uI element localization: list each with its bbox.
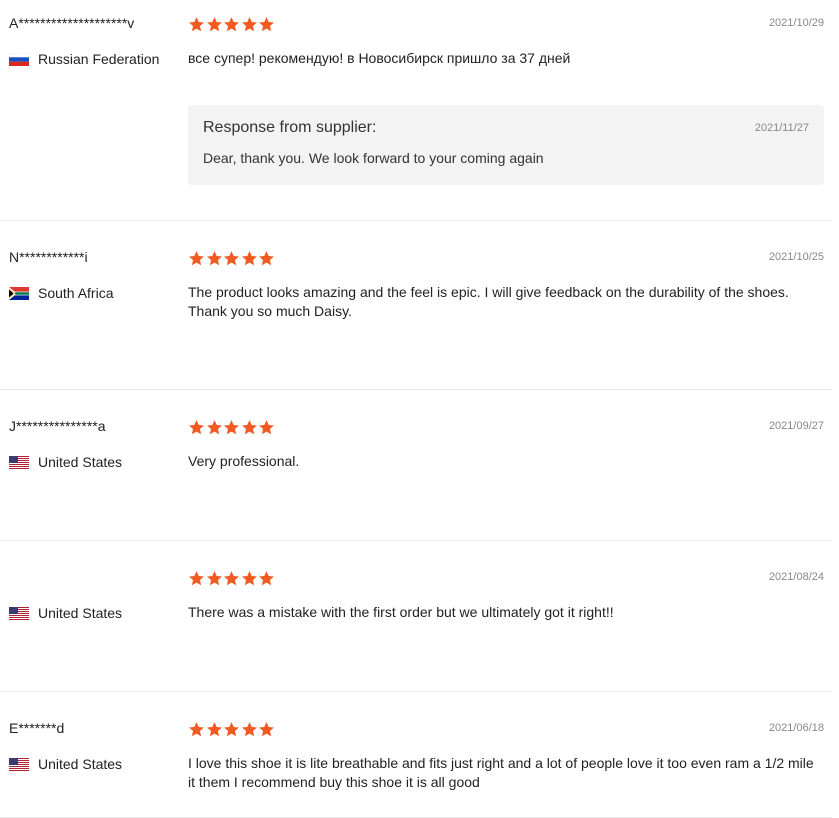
star-icon bbox=[189, 570, 204, 585]
buyer-name: N************i bbox=[9, 249, 88, 265]
review-item: J***************a United States 2021/09/… bbox=[0, 417, 832, 541]
buyer-name: J***************a bbox=[9, 418, 106, 434]
star-icon bbox=[224, 250, 239, 265]
buyer-country: South Africa bbox=[9, 284, 184, 302]
review-date: 2021/06/18 bbox=[768, 722, 824, 734]
review-date: 2021/08/24 bbox=[768, 571, 824, 583]
response-date: 2021/11/27 bbox=[754, 122, 809, 134]
review-content: 2021/09/27 Very professional. bbox=[188, 417, 824, 471]
review-item: N************i South Africa 2021/10/25 T… bbox=[0, 248, 832, 390]
review-item: United States 2021/08/24 There was a mis… bbox=[0, 568, 832, 692]
star-icon bbox=[224, 419, 239, 434]
star-icon bbox=[206, 16, 222, 31]
star-icon bbox=[224, 721, 239, 736]
star-rating bbox=[188, 418, 824, 436]
buyer-country: United States bbox=[9, 453, 184, 471]
review-content: 2021/10/25 The product looks amazing and… bbox=[188, 248, 824, 321]
star-icon bbox=[206, 570, 222, 585]
star-icon bbox=[189, 721, 204, 736]
south-africa-flag-icon bbox=[9, 286, 29, 300]
star-icon bbox=[241, 419, 257, 434]
buyer-info: J***************a United States bbox=[9, 417, 184, 471]
country-name: United States bbox=[38, 605, 123, 621]
buyer-info: N************i South Africa bbox=[9, 248, 184, 302]
review-date: 2021/09/27 bbox=[768, 420, 824, 432]
buyer-country: United States bbox=[9, 755, 184, 773]
star-icon bbox=[189, 419, 204, 434]
country-name: United States bbox=[38, 454, 123, 470]
buyer-name: A********************v bbox=[9, 15, 135, 31]
russia-flag-icon bbox=[9, 52, 29, 66]
response-title: Response from supplier: bbox=[203, 119, 377, 136]
review-item: A********************v Russian Federatio… bbox=[0, 14, 832, 221]
usa-flag-icon bbox=[9, 757, 29, 771]
country-name: United States bbox=[38, 756, 123, 772]
star-icon bbox=[259, 250, 274, 265]
usa-flag-icon bbox=[9, 455, 29, 469]
star-rating bbox=[188, 569, 824, 587]
star-icon bbox=[259, 721, 274, 736]
buyer-info: E*******d United States bbox=[9, 719, 184, 773]
buyer-name: E*******d bbox=[9, 720, 65, 736]
star-rating bbox=[188, 720, 824, 738]
star-icon bbox=[206, 419, 222, 434]
star-icon bbox=[189, 16, 204, 31]
buyer-country: Russian Federation bbox=[9, 50, 184, 68]
country-name: South Africa bbox=[38, 285, 114, 301]
buyer-info: A********************v Russian Federatio… bbox=[9, 14, 184, 68]
supplier-response: Response from supplier: 2021/11/27 Dear,… bbox=[188, 105, 824, 185]
country-name: Russian Federation bbox=[38, 51, 160, 67]
review-text: I love this shoe it is lite breathable a… bbox=[188, 755, 814, 790]
review-date: 2021/10/25 bbox=[768, 251, 824, 263]
star-icon bbox=[241, 721, 257, 736]
buyer-country: United States bbox=[9, 604, 184, 622]
review-text: Very professional. bbox=[188, 453, 300, 469]
star-icon bbox=[259, 419, 274, 434]
response-text: Dear, thank you. We look forward to your… bbox=[203, 150, 544, 166]
review-content: 2021/06/18 I love this shoe it is lite b… bbox=[188, 719, 824, 792]
star-icon bbox=[259, 16, 274, 31]
buyer-info: United States bbox=[9, 568, 184, 622]
star-rating bbox=[188, 249, 824, 267]
review-content: 2021/10/29 все супер! рекомендую! в Ново… bbox=[188, 14, 824, 185]
review-content: 2021/08/24 There was a mistake with the … bbox=[188, 568, 824, 622]
star-icon bbox=[259, 570, 274, 585]
star-icon bbox=[189, 250, 204, 265]
review-item: E*******d United States 2021/06/18 I lov… bbox=[0, 719, 832, 818]
review-date: 2021/10/29 bbox=[768, 17, 824, 29]
star-icon bbox=[224, 570, 239, 585]
star-icon bbox=[241, 570, 257, 585]
review-text: все супер! рекомендую! в Новосибирск при… bbox=[188, 50, 571, 66]
star-icon bbox=[206, 721, 222, 736]
star-icon bbox=[241, 250, 257, 265]
usa-flag-icon bbox=[9, 606, 29, 620]
star-icon bbox=[206, 250, 222, 265]
star-icon bbox=[241, 16, 257, 31]
review-text: The product looks amazing and the feel i… bbox=[188, 284, 789, 319]
star-rating bbox=[188, 15, 824, 33]
review-text: There was a mistake with the first order… bbox=[188, 604, 614, 620]
buyer-name bbox=[9, 568, 184, 586]
star-icon bbox=[224, 16, 239, 31]
